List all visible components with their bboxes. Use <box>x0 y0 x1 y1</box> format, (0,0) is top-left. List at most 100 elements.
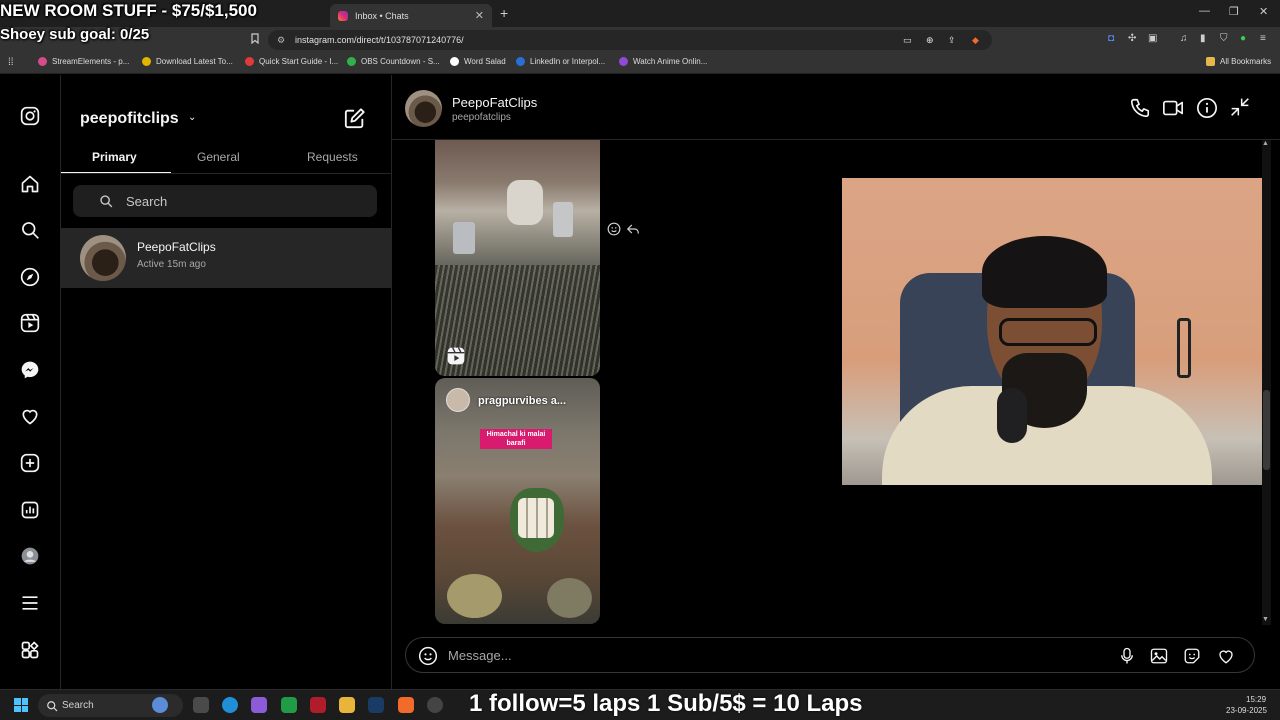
conversation-title[interactable]: PeepoFatClips <box>452 95 537 110</box>
tab-general[interactable]: General <box>197 150 240 164</box>
windows-start-icon[interactable] <box>14 698 28 712</box>
bookmark-item[interactable]: Word Salad <box>450 57 506 66</box>
apps-icon[interactable]: ⁞⁞ <box>8 57 14 68</box>
react-emoji-icon[interactable] <box>607 222 621 241</box>
close-window-icon[interactable]: ✕ <box>1259 5 1268 18</box>
avatar <box>80 235 126 281</box>
emoji-icon[interactable] <box>418 646 438 671</box>
reply-icon[interactable] <box>626 222 640 241</box>
home-icon[interactable] <box>19 173 41 195</box>
brave-shield-icon[interactable]: ◆ <box>972 30 979 50</box>
shared-reel-thumbnail[interactable] <box>435 140 600 376</box>
search-placeholder: Search <box>126 194 168 209</box>
file-explorer-icon[interactable] <box>339 697 355 713</box>
vpn-icon[interactable]: ● <box>1240 33 1246 44</box>
like-heart-icon[interactable] <box>1216 647 1236 670</box>
tab-requests[interactable]: Requests <box>307 150 358 164</box>
profile-avatar[interactable] <box>19 545 41 567</box>
sticker-icon[interactable] <box>1183 647 1201 670</box>
image-upload-icon[interactable] <box>1150 647 1168 670</box>
obs-icon[interactable] <box>427 697 443 713</box>
all-bookmarks[interactable]: All Bookmarks <box>1206 57 1271 66</box>
laps-overlay: 1 follow=5 laps 1 Sub/5$ = 10 Laps <box>469 690 863 717</box>
shared-post-thumbnail[interactable]: pragpurvibes a... Himachal ki malai bara… <box>435 378 600 624</box>
cast-icon[interactable]: ▭ <box>903 30 912 50</box>
bookmark-item[interactable]: StreamElements - p... <box>38 57 129 66</box>
bookmark-item[interactable]: Quick Start Guide - I... <box>245 57 338 66</box>
inbox-panel: peepofitclips ⌄ Primary General Requests… <box>61 75 392 689</box>
bookmark-item[interactable]: Watch Anime Onlin... <box>619 57 707 66</box>
brave-browser-icon[interactable] <box>398 697 414 713</box>
info-icon[interactable] <box>1196 97 1218 124</box>
more-menu-icon[interactable] <box>19 592 41 614</box>
sidebar-icon[interactable]: ▣ <box>1148 33 1157 44</box>
widget-icon[interactable] <box>152 697 168 713</box>
search-icon <box>99 194 113 213</box>
tabs-divider <box>61 173 392 174</box>
browser-tab-inbox[interactable]: Inbox • Chats ✕ <box>330 4 492 27</box>
bookmarks-bar: ⁞⁞ StreamElements - p... Download Latest… <box>0 52 1280 74</box>
copilot-icon[interactable] <box>251 697 267 713</box>
site-info-icon[interactable]: ⚙ <box>277 30 285 50</box>
dashboard-icon[interactable] <box>19 499 41 521</box>
chat-list-item[interactable]: PeepoFatClips Active 15m ago <box>61 228 391 288</box>
nav-rail <box>0 75 61 689</box>
close-tab-icon[interactable]: ✕ <box>475 9 484 22</box>
minimize-chat-icon[interactable] <box>1230 97 1250 122</box>
heart-icon[interactable] <box>19 405 41 427</box>
scroll-thumb[interactable] <box>1263 390 1270 470</box>
scroll-up-icon[interactable]: ▲ <box>1262 140 1269 147</box>
scroll-down-icon[interactable]: ▼ <box>1262 616 1269 623</box>
new-tab-button[interactable]: + <box>500 5 508 21</box>
media-icon[interactable]: ♫ <box>1180 33 1188 44</box>
chat-status: Active 15m ago <box>137 259 206 270</box>
avatar[interactable] <box>405 90 442 127</box>
microphone-icon[interactable] <box>1118 647 1136 670</box>
wallet-icon[interactable]: ⛉ <box>1220 33 1228 44</box>
bookmark-item[interactable]: Download Latest To... <box>142 57 233 66</box>
reels-icon[interactable] <box>19 312 41 334</box>
tab-label: Inbox • Chats <box>355 10 409 21</box>
new-message-icon[interactable] <box>344 107 366 134</box>
tab-primary[interactable]: Primary <box>92 150 137 164</box>
steam-icon[interactable] <box>368 697 384 713</box>
panel-icon[interactable]: ▮ <box>1200 33 1206 44</box>
instagram-logo-icon[interactable] <box>19 105 41 127</box>
bookmark-item[interactable]: LinkedIn or Interpol... <box>516 57 605 66</box>
goal-overlay: NEW ROOM STUFF - $75/$1,500 <box>0 1 257 20</box>
url-field[interactable]: ⚙ instagram.com/direct/t/103787071240776… <box>268 30 992 50</box>
avatar <box>446 388 470 412</box>
message-input[interactable] <box>448 644 1088 666</box>
also-from-meta-icon[interactable] <box>19 639 41 661</box>
bookmark-item[interactable]: OBS Countdown - S... <box>347 57 440 66</box>
maximize-icon[interactable]: ❐ <box>1229 5 1239 18</box>
windows-taskbar: Search 1 follow=5 laps 1 Sub/5$ = 10 Lap… <box>0 689 1280 720</box>
search-input[interactable]: Search <box>73 185 377 217</box>
bookmark-icon[interactable] <box>250 33 260 47</box>
puzzle-icon[interactable]: ✣ <box>1128 33 1136 44</box>
edge-browser-icon[interactable] <box>222 697 238 713</box>
phone-call-icon[interactable] <box>1129 97 1151 124</box>
active-tab-indicator <box>61 172 171 173</box>
create-icon[interactable] <box>19 452 41 474</box>
chat-name: PeepoFatClips <box>137 240 216 254</box>
video-call-icon[interactable] <box>1162 97 1184 124</box>
chevron-down-icon[interactable]: ⌄ <box>188 112 196 123</box>
zoom-icon[interactable]: ⊕ <box>926 30 934 50</box>
scrollbar[interactable]: ▲ ▼ <box>1262 140 1271 625</box>
extension-icon[interactable]: ◘ <box>1108 33 1114 44</box>
minimize-icon[interactable]: — <box>1199 5 1210 17</box>
search-icon[interactable] <box>19 219 41 241</box>
taskbar-search-label: Search <box>62 700 94 711</box>
sub-goal-overlay: Shoey sub goal: 0/25 <box>0 26 150 43</box>
address-toolbar: ⚙ instagram.com/direct/t/103787071240776… <box>0 27 1280 52</box>
excel-icon[interactable] <box>281 697 297 713</box>
share-icon[interactable]: ⇪ <box>948 30 956 50</box>
explore-icon[interactable] <box>19 266 41 288</box>
menu-icon[interactable]: ≡ <box>1260 33 1266 44</box>
messenger-icon[interactable] <box>19 359 41 381</box>
account-switcher[interactable]: peepofitclips <box>80 110 179 128</box>
app-red-icon[interactable] <box>310 697 326 713</box>
conversation-header: PeepoFatClips peepofatclips <box>392 75 1280 140</box>
task-view-icon[interactable] <box>193 697 209 713</box>
